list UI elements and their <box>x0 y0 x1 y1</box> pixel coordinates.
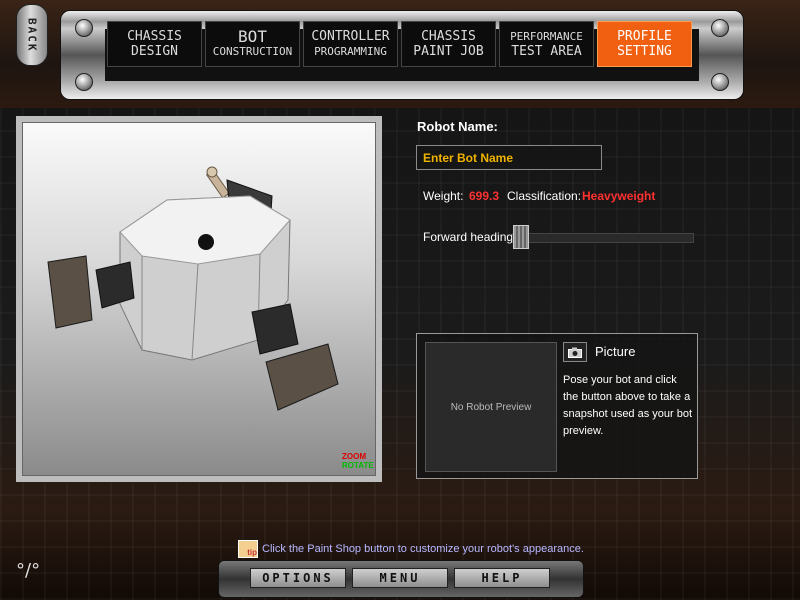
legend-zoom: ZOOM <box>342 452 366 461</box>
picture-title: Picture <box>595 344 636 359</box>
robot-3d-viewport[interactable]: ZOOM ROTATE <box>16 116 382 482</box>
robot-preview-thumbnail: No Robot Preview <box>425 342 557 472</box>
menu-label: MENU <box>379 571 421 585</box>
options-label: OPTIONS <box>262 571 334 585</box>
bolt-icon <box>75 73 93 91</box>
classification-label: Classification: <box>507 189 582 203</box>
snapshot-button[interactable] <box>563 342 587 362</box>
robot-model-render <box>47 166 339 411</box>
camera-control-legend: ZOOM ROTATE <box>342 452 374 470</box>
bolt-icon <box>711 19 729 37</box>
tab-label: CHASSIS <box>127 29 182 44</box>
bolt-icon <box>711 73 729 91</box>
tab-label: TEST AREA <box>511 44 582 59</box>
motor-right <box>251 303 299 355</box>
top-nav-bar: BACK CHASSIS DESIGN BOT CONSTRUCTION CON… <box>0 0 800 108</box>
tab-performance-test-area[interactable]: PERFORMANCE TEST AREA <box>499 21 594 67</box>
chassis-hole <box>198 234 214 250</box>
tab-label: DESIGN <box>131 44 178 59</box>
bolt-icon <box>75 19 93 37</box>
back-label: BACK <box>25 17 39 53</box>
tip-icon-label: tip <box>247 548 257 557</box>
tab-label: CHASSIS <box>421 29 476 44</box>
tab-label: PROGRAMMING <box>314 45 387 58</box>
tip-bar: tip Click the Paint Shop button to custo… <box>238 540 584 558</box>
tab-controller-programming[interactable]: CONTROLLER PROGRAMMING <box>303 21 398 67</box>
robot-name-label: Robot Name: <box>417 119 498 134</box>
tab-label: PERFORMANCE <box>510 30 583 43</box>
wheel-right <box>265 343 339 411</box>
tab-bot-construction[interactable]: BOT CONSTRUCTION <box>205 21 300 67</box>
tip-text: Click the Paint Shop button to customize… <box>262 543 584 555</box>
forward-heading-slider-handle[interactable] <box>513 225 529 249</box>
tab-profile-setting[interactable]: PROFILE SETTING <box>597 21 692 67</box>
forward-heading-slider-track[interactable] <box>512 233 694 243</box>
tab-label: BOT <box>238 27 267 46</box>
picture-description: Pose your bot and click the button above… <box>563 374 693 437</box>
wheel-left <box>47 255 93 329</box>
menu-button[interactable]: MENU <box>352 568 448 588</box>
tab-chassis-design[interactable]: CHASSIS DESIGN <box>107 21 202 67</box>
tip-icon: tip <box>238 540 258 558</box>
decorative-glyph-icon: °/° <box>16 560 41 581</box>
help-button[interactable]: HELP <box>454 568 550 588</box>
tab-chassis-paint-job[interactable]: CHASSIS PAINT JOB <box>401 21 496 67</box>
tab-label: CONSTRUCTION <box>212 45 293 58</box>
tab-label: PROFILE <box>617 29 672 44</box>
weight-value: 699.3 <box>469 189 500 203</box>
tab-label: PAINT JOB <box>413 44 484 59</box>
picture-panel: No Robot Preview Picture Pose your bot a… <box>416 333 698 479</box>
help-label: HELP <box>481 571 523 585</box>
weight-label: Weight: <box>423 189 464 203</box>
back-button[interactable]: BACK <box>16 4 48 66</box>
robot-name-input[interactable] <box>416 145 602 170</box>
classification-value: Heavyweight <box>582 189 656 203</box>
tab-label: CONTROLLER <box>311 29 390 44</box>
no-preview-text: No Robot Preview <box>450 401 532 413</box>
camera-icon <box>568 347 582 358</box>
forward-heading-label: Forward heading: <box>423 230 517 244</box>
tab-label: SETTING <box>617 44 672 59</box>
legend-rotate: ROTATE <box>342 461 374 470</box>
options-button[interactable]: OPTIONS <box>250 568 346 588</box>
antenna-part <box>205 166 231 199</box>
